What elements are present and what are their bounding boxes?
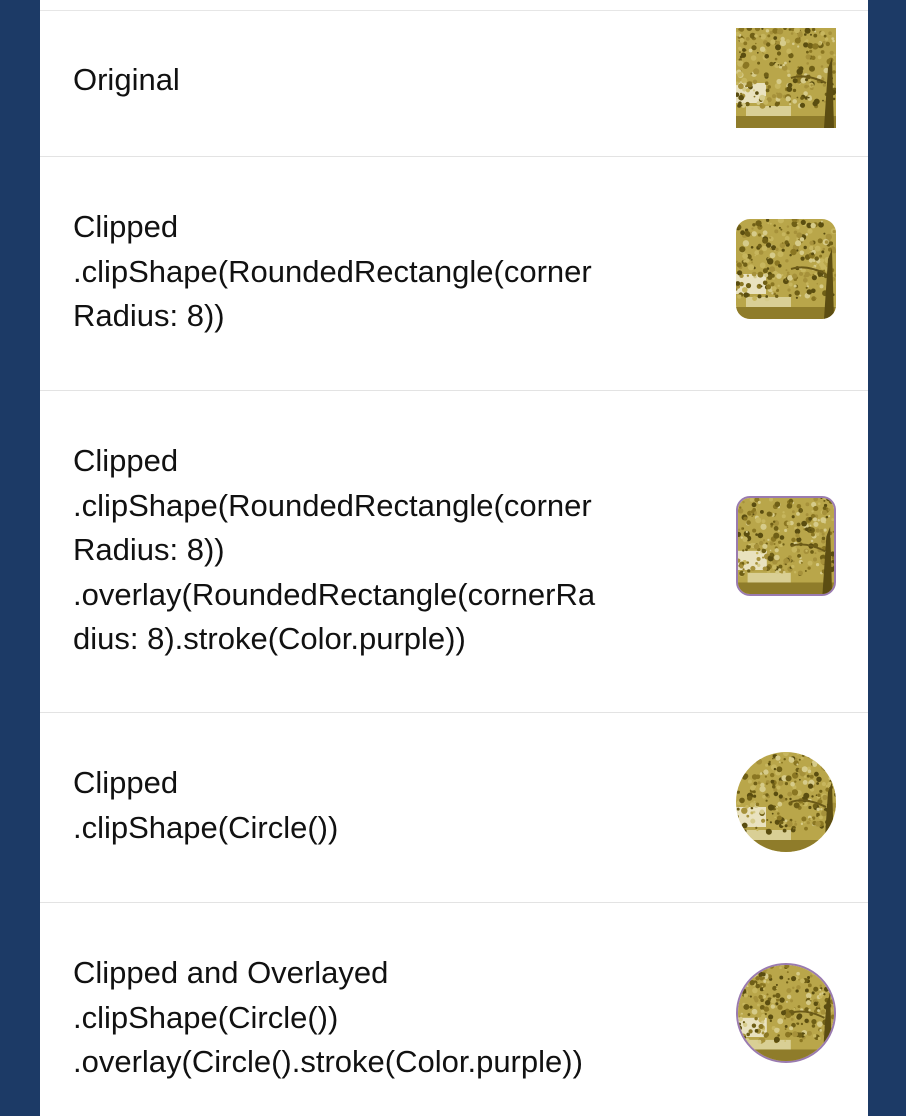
tree-photo-thumbnail-rounded <box>736 219 836 319</box>
row-label: Clipped .clipShape(Circle()) <box>73 761 653 850</box>
list-row-original[interactable]: Original <box>40 10 868 156</box>
row-label-line: dius: 8).stroke(Color.purple)) <box>73 621 466 656</box>
tree-photo-thumbnail <box>736 28 836 128</box>
list-row-clipped-rounded-stroked[interactable]: Clipped .clipShape(RoundedRectangle(corn… <box>40 391 868 712</box>
clip-shape-list[interactable]: Original Clipped .clipShape(RoundedRecta… <box>40 0 868 1116</box>
row-label-line: .overlay(Circle().stroke(Color.purple)) <box>73 1044 583 1079</box>
row-label-line: Clipped <box>73 209 179 244</box>
row-label-line: .overlay(RoundedRectangle(cornerRa <box>73 576 596 612</box>
list-row-clipped-rounded[interactable]: Clipped .clipShape(RoundedRectangle(corn… <box>40 157 868 390</box>
list-row-clipped-circle-stroked[interactable]: Clipped and Overlayed .clipShape(Circle(… <box>40 903 868 1116</box>
row-label: Clipped .clipShape(RoundedRectangle(corn… <box>73 439 653 662</box>
row-label-line: .clipShape(Circle()) <box>73 999 339 1035</box>
row-label-line: Clipped and Overlayed <box>73 955 389 990</box>
row-label-line: Original <box>73 62 180 97</box>
row-label: Original <box>73 58 653 103</box>
row-label-line: .clipShape(RoundedRectangle(corner <box>73 487 592 523</box>
row-label-line: .clipShape(Circle()) <box>73 809 339 845</box>
tree-photo-thumbnail-circle <box>736 752 836 852</box>
row-label: Clipped and Overlayed .clipShape(Circle(… <box>73 951 653 1085</box>
row-label-line: Clipped <box>73 443 179 478</box>
tree-photo-thumbnail-circle-stroked <box>736 963 836 1063</box>
row-label-line: Clipped <box>73 765 179 800</box>
tree-photo-thumbnail-rounded-stroked <box>736 496 836 596</box>
row-label-line: Radius: 8)) <box>73 532 225 567</box>
row-label-line: .clipShape(RoundedRectangle(corner <box>73 253 592 289</box>
list-row-clipped-circle[interactable]: Clipped .clipShape(Circle()) <box>40 713 868 902</box>
row-label: Clipped .clipShape(RoundedRectangle(corn… <box>73 205 653 339</box>
row-label-line: Radius: 8)) <box>73 298 225 333</box>
